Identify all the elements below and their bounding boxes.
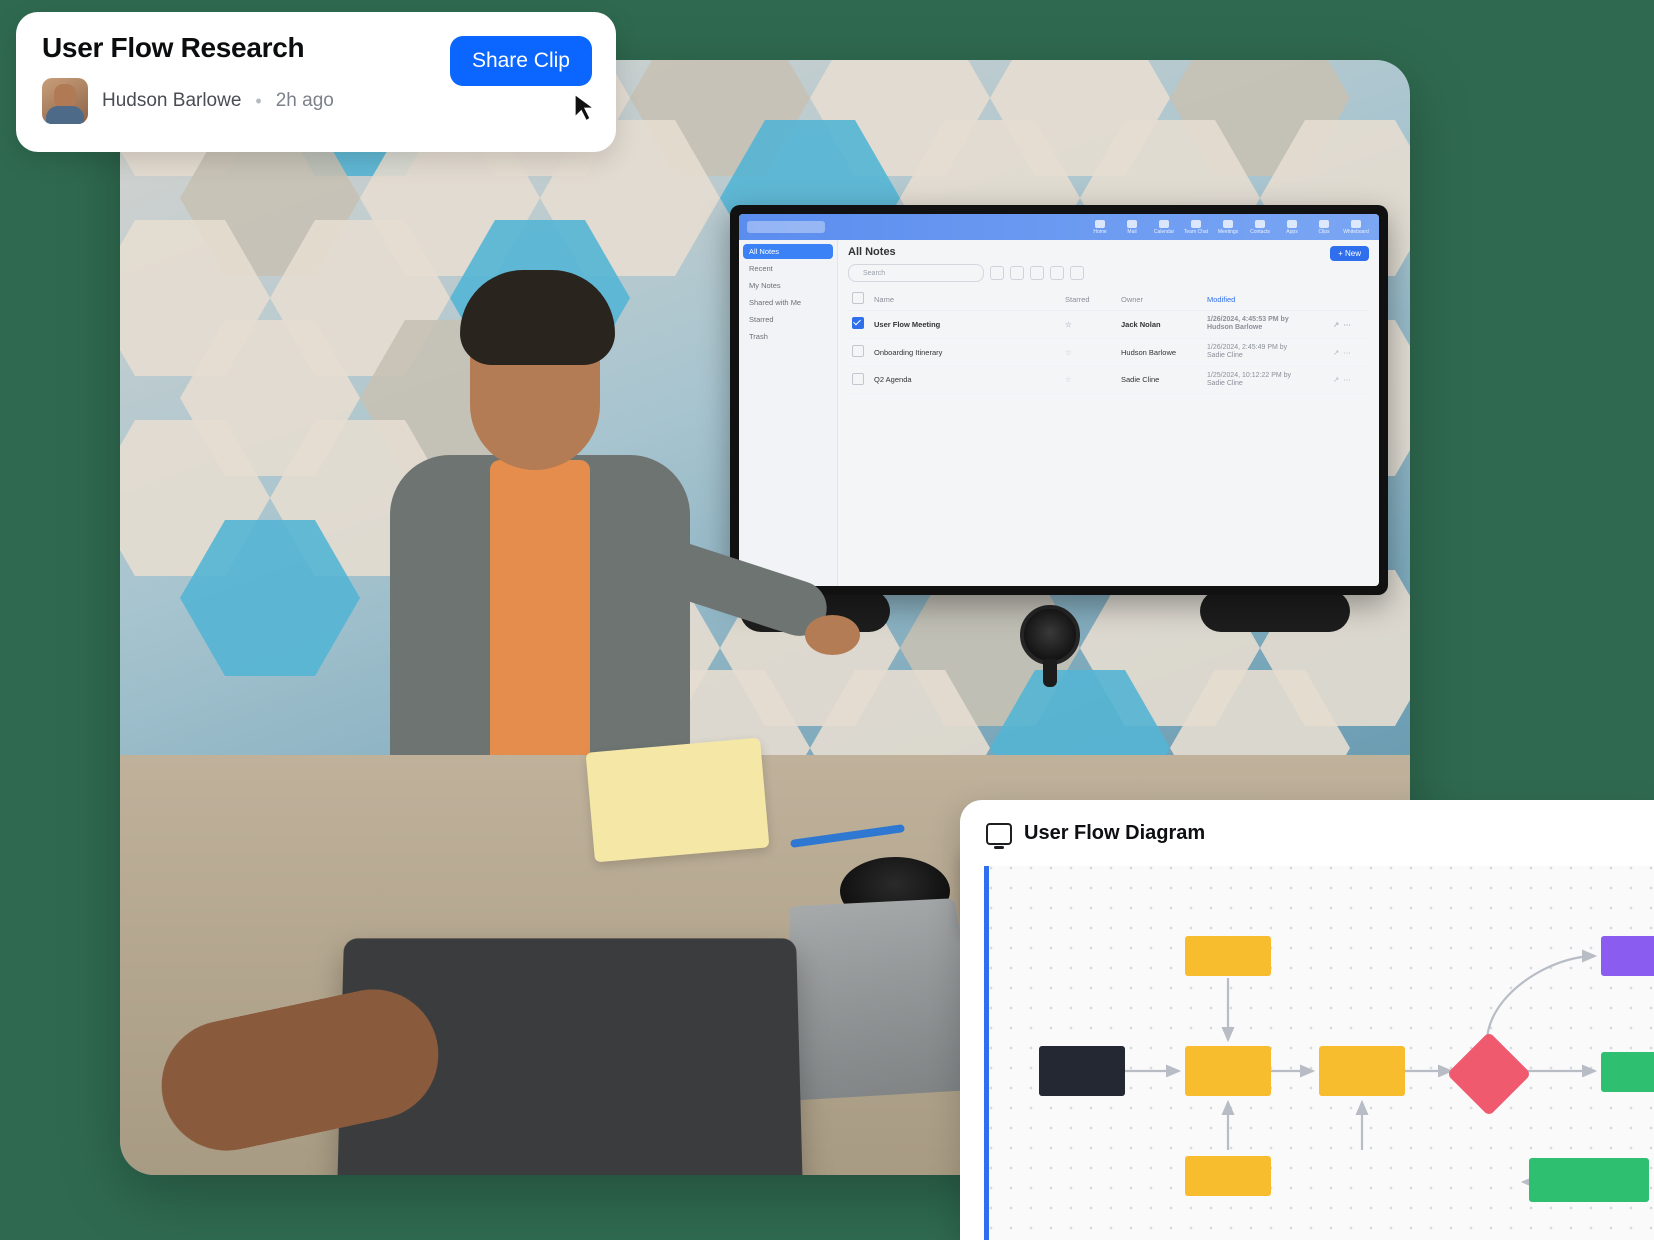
row-checkbox[interactable] <box>852 345 864 357</box>
whiteboard-icon <box>986 823 1012 845</box>
lock-icon[interactable] <box>990 266 1004 280</box>
trash-icon[interactable] <box>1070 266 1084 280</box>
row-starred[interactable]: ☆ <box>1061 311 1117 339</box>
global-search-mini[interactable] <box>747 221 825 233</box>
soundbar-right <box>1200 590 1350 632</box>
star-icon[interactable] <box>1030 266 1044 280</box>
share-icon[interactable] <box>1010 266 1024 280</box>
row-actions[interactable]: ↗ ⋯ <box>1329 338 1369 366</box>
row-owner: Sadie Cline <box>1117 366 1203 394</box>
top-tab-mail[interactable]: Mail <box>1117 218 1147 236</box>
sidebar-item-all-notes[interactable]: All Notes <box>743 244 833 259</box>
app-top-bar: HomeMailCalendarTeam ChatMeetingsContact… <box>739 214 1379 240</box>
flow-node-y_top[interactable] <box>1185 936 1271 976</box>
notes-app-screen: HomeMailCalendarTeam ChatMeetingsContact… <box>739 214 1379 586</box>
top-tab-whiteboard[interactable]: Whiteboard <box>1341 218 1371 236</box>
row-checkbox[interactable] <box>852 317 864 329</box>
row-starred[interactable]: ☆ <box>1061 338 1117 366</box>
row-owner: Hudson Barlowe <box>1117 338 1203 366</box>
clip-age: 2h ago <box>276 90 334 112</box>
select-all-checkbox[interactable] <box>852 292 864 304</box>
top-tab-calendar[interactable]: Calendar <box>1149 218 1179 236</box>
row-actions[interactable]: ↗ ⋯ <box>1329 311 1369 339</box>
table-row[interactable]: Q2 Agenda☆Sadie Cline1/25/2024, 10:12:22… <box>848 366 1369 394</box>
flow-node-start[interactable] <box>1039 1046 1125 1096</box>
col-starred[interactable]: Starred <box>1061 288 1117 311</box>
sidebar-item-starred[interactable]: Starred <box>743 312 833 327</box>
col-modified[interactable]: Modified <box>1203 288 1329 311</box>
wall-display: HomeMailCalendarTeam ChatMeetingsContact… <box>730 205 1388 595</box>
top-tab-apps[interactable]: Apps <box>1277 218 1307 236</box>
diagram-canvas[interactable] <box>984 866 1654 1240</box>
meta-separator: • <box>255 91 261 112</box>
notes-toolbar: Search <box>848 264 1369 282</box>
share-clip-button[interactable]: Share Clip <box>450 36 592 86</box>
notes-search-input[interactable]: Search <box>848 264 984 282</box>
diagram-title: User Flow Diagram <box>1024 822 1205 845</box>
col-owner[interactable]: Owner <box>1117 288 1203 311</box>
flow-node-g_bot[interactable] <box>1529 1158 1649 1202</box>
sidebar-item-my-notes[interactable]: My Notes <box>743 278 833 293</box>
row-modified: 1/26/2024, 4:45:53 PM byHudson Barlowe <box>1203 311 1329 339</box>
row-owner: Jack Nolan <box>1117 311 1203 339</box>
row-name: User Flow Meeting <box>870 311 1061 339</box>
top-tab-home[interactable]: Home <box>1085 218 1115 236</box>
tablet-device <box>789 898 987 1100</box>
top-tab-clips[interactable]: Clips <box>1309 218 1339 236</box>
row-starred[interactable]: ☆ <box>1061 366 1117 394</box>
top-tab-meetings[interactable]: Meetings <box>1213 218 1243 236</box>
flow-node-g_mid[interactable] <box>1601 1052 1654 1092</box>
section-title: All Notes <box>848 246 1369 258</box>
flow-node-y_mid1[interactable] <box>1185 1046 1271 1096</box>
clip-author: Hudson Barlowe <box>102 90 241 112</box>
col-name[interactable]: Name <box>870 288 1061 311</box>
row-name: Onboarding Itinerary <box>870 338 1061 366</box>
user-flow-diagram-card: User Flow Diagram <box>960 800 1654 1240</box>
row-checkbox[interactable] <box>852 373 864 385</box>
author-avatar <box>42 78 88 124</box>
conference-camera <box>1020 605 1080 665</box>
clip-info-card: User Flow Research Share Clip Hudson Bar… <box>16 12 616 152</box>
notes-table: Name Starred Owner Modified User Flow Me… <box>848 288 1369 394</box>
notes-main: All Notes + New Search <box>838 240 1379 586</box>
flow-node-y_mid2[interactable] <box>1319 1046 1405 1096</box>
sidebar-item-shared-with-me[interactable]: Shared with Me <box>743 295 833 310</box>
flow-node-y_bot[interactable] <box>1185 1156 1271 1196</box>
sidebar-item-recent[interactable]: Recent <box>743 261 833 276</box>
row-name: Q2 Agenda <box>870 366 1061 394</box>
table-row[interactable]: User Flow Meeting☆Jack Nolan1/26/2024, 4… <box>848 311 1369 339</box>
row-modified: 1/26/2024, 2:45:49 PM bySadie Cline <box>1203 338 1329 366</box>
top-tab-contacts[interactable]: Contacts <box>1245 218 1275 236</box>
sidebar-item-trash[interactable]: Trash <box>743 329 833 344</box>
yellow-notepad <box>586 738 770 863</box>
search-placeholder-text: Search <box>863 270 885 277</box>
notes-sidebar: All Notes Recent My Notes Shared with Me Sta… <box>739 240 838 586</box>
row-modified: 1/25/2024, 10:12:22 PM bySadie Cline <box>1203 366 1329 394</box>
table-row[interactable]: Onboarding Itinerary☆Hudson Barlowe1/26/… <box>848 338 1369 366</box>
top-tab-team-chat[interactable]: Team Chat <box>1181 218 1211 236</box>
flow-node-p_top[interactable] <box>1601 936 1654 976</box>
filter-icon[interactable] <box>1050 266 1064 280</box>
new-note-button[interactable]: + New <box>1330 246 1369 261</box>
row-actions[interactable]: ↗ ⋯ <box>1329 366 1369 394</box>
